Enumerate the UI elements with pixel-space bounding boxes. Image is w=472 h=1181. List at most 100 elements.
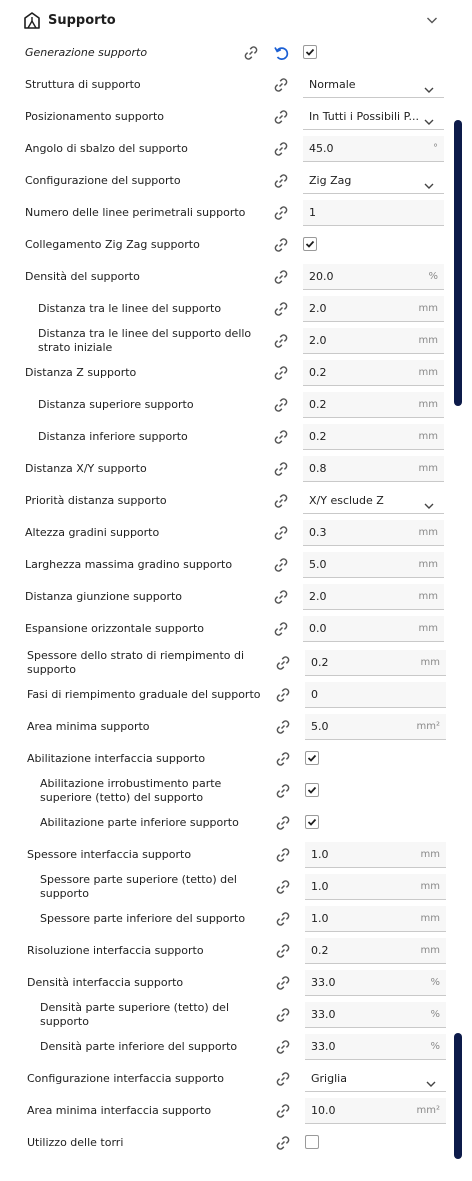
setting-input[interactable]: 1.0 mm xyxy=(305,874,446,900)
link-icon[interactable] xyxy=(272,428,290,446)
link-icon[interactable] xyxy=(274,1070,292,1088)
input-unit: mm xyxy=(418,431,438,442)
setting-label: Collegamento Zig Zag supporto xyxy=(25,238,200,251)
link-icon[interactable] xyxy=(272,300,290,318)
setting-input[interactable]: 0.0 mm xyxy=(303,616,444,642)
link-icon[interactable] xyxy=(272,524,290,542)
link-icon[interactable] xyxy=(274,910,292,928)
link-icon[interactable] xyxy=(272,620,290,638)
setting-input[interactable]: 33.0% xyxy=(305,970,446,996)
input-value: 0.0 xyxy=(309,622,327,635)
setting-input[interactable]: 10.0 mm² xyxy=(305,1098,446,1124)
chevron-down-icon[interactable] xyxy=(426,14,438,26)
link-icon[interactable] xyxy=(272,332,290,350)
link-icon[interactable] xyxy=(274,878,292,896)
setting-label: Densità parte inferiore del supporto xyxy=(40,1040,238,1053)
checkbox-checked[interactable] xyxy=(303,237,317,251)
setting-input[interactable]: 0.2 mm xyxy=(305,650,446,676)
link-icon[interactable] xyxy=(274,1038,292,1056)
link-icon[interactable] xyxy=(274,942,292,960)
setting-row: Risoluzione interfaccia supporto 0.2 mm xyxy=(0,935,472,967)
link-icon[interactable] xyxy=(272,76,290,94)
link-icon[interactable] xyxy=(272,396,290,414)
section-header[interactable]: Supporto xyxy=(0,0,472,42)
setting-input[interactable]: 5.0 mm xyxy=(303,552,444,578)
checkbox-checked[interactable] xyxy=(305,815,319,829)
link-icon[interactable] xyxy=(272,172,290,190)
link-icon[interactable] xyxy=(272,588,290,606)
link-icon[interactable] xyxy=(274,782,292,800)
checkbox-checked[interactable] xyxy=(305,751,319,765)
setting-row: Spessore parte superiore (tetto) del sup… xyxy=(0,871,472,903)
dropdown-value: In Tutti i Possibili P... xyxy=(309,110,419,123)
setting-row: Area minima supporto 5.0 mm² xyxy=(0,711,472,743)
link-icon[interactable] xyxy=(272,556,290,574)
input-value: 0.2 xyxy=(309,398,327,411)
setting-input[interactable]: 2.0 mm xyxy=(303,584,444,610)
setting-input[interactable]: 0.2 mm xyxy=(303,360,444,386)
link-icon[interactable] xyxy=(274,1102,292,1120)
setting-label: Distanza superiore supporto xyxy=(38,398,194,411)
setting-input[interactable]: 2.0 mm xyxy=(303,296,444,322)
link-icon[interactable] xyxy=(272,108,290,126)
setting-label: Spessore parte superiore (tetto) del sup… xyxy=(40,873,237,900)
dropdown-value: X/Y esclude Z xyxy=(309,494,384,507)
link-icon[interactable] xyxy=(272,236,290,254)
setting-row: Generazione supporto xyxy=(0,37,472,69)
setting-input[interactable]: 33.0% xyxy=(305,1002,446,1028)
setting-input[interactable]: 0.2 mm xyxy=(303,424,444,450)
link-icon[interactable] xyxy=(274,718,292,736)
setting-input[interactable]: 20.0% xyxy=(303,264,444,290)
setting-label: Larghezza massima gradino supporto xyxy=(25,558,233,571)
link-icon[interactable] xyxy=(272,268,290,286)
link-icon[interactable] xyxy=(272,460,290,478)
setting-input[interactable]: 1.0 mm xyxy=(305,906,446,932)
checkbox-checked[interactable] xyxy=(303,45,317,59)
setting-label: Area minima supporto xyxy=(27,720,150,733)
setting-input[interactable]: 1 xyxy=(303,200,444,226)
input-value: 2.0 xyxy=(309,590,327,603)
link-icon[interactable] xyxy=(274,1134,292,1152)
setting-input[interactable]: 2.0 mm xyxy=(303,328,444,354)
setting-dropdown[interactable]: In Tutti i Possibili P... xyxy=(303,104,444,130)
link-icon[interactable] xyxy=(242,44,260,62)
link-icon[interactable] xyxy=(272,204,290,222)
setting-dropdown[interactable]: Zig Zag xyxy=(303,168,444,194)
link-icon[interactable] xyxy=(274,654,292,672)
setting-input[interactable]: 1.0 mm xyxy=(305,842,446,868)
setting-label: Distanza Z supporto xyxy=(25,366,137,379)
setting-input[interactable]: 0 xyxy=(305,682,446,708)
input-unit: % xyxy=(430,1009,440,1020)
setting-input[interactable]: 33.0% xyxy=(305,1034,446,1060)
setting-input[interactable]: 5.0 mm² xyxy=(305,714,446,740)
scrollbar-thumb[interactable] xyxy=(454,1033,462,1159)
reset-icon[interactable] xyxy=(272,44,290,62)
setting-input[interactable]: 0.2 mm xyxy=(303,392,444,418)
checkbox-unchecked[interactable] xyxy=(305,1135,319,1149)
setting-dropdown[interactable]: Normale xyxy=(303,72,444,98)
input-value: 1.0 xyxy=(311,912,329,925)
link-icon[interactable] xyxy=(274,1006,292,1024)
link-icon[interactable] xyxy=(274,974,292,992)
link-icon[interactable] xyxy=(272,364,290,382)
input-value: 33.0 xyxy=(311,976,336,989)
setting-input[interactable]: 0.2 mm xyxy=(305,938,446,964)
setting-input[interactable]: 0.3 mm xyxy=(303,520,444,546)
link-icon[interactable] xyxy=(274,846,292,864)
link-icon[interactable] xyxy=(272,492,290,510)
link-icon[interactable] xyxy=(274,750,292,768)
setting-input[interactable]: 0.8 mm xyxy=(303,456,444,482)
link-icon[interactable] xyxy=(272,140,290,158)
setting-row: Densità parte inferiore del supporto 33.0… xyxy=(0,1031,472,1063)
checkbox-checked[interactable] xyxy=(305,783,319,797)
scrollbar-thumb[interactable] xyxy=(454,120,462,406)
input-value: 1.0 xyxy=(311,880,329,893)
setting-row: Distanza inferiore supporto 0.2 mm xyxy=(0,421,472,453)
setting-row: Numero delle linee perimetrali supporto 1 xyxy=(0,197,472,229)
setting-label: Abilitazione irrobustimento parte superi… xyxy=(40,777,222,804)
link-icon[interactable] xyxy=(274,686,292,704)
setting-input[interactable]: 45.0 ° xyxy=(303,136,444,162)
setting-dropdown[interactable]: Griglia xyxy=(305,1066,446,1092)
link-icon[interactable] xyxy=(274,814,292,832)
setting-dropdown[interactable]: X/Y esclude Z xyxy=(303,488,444,514)
